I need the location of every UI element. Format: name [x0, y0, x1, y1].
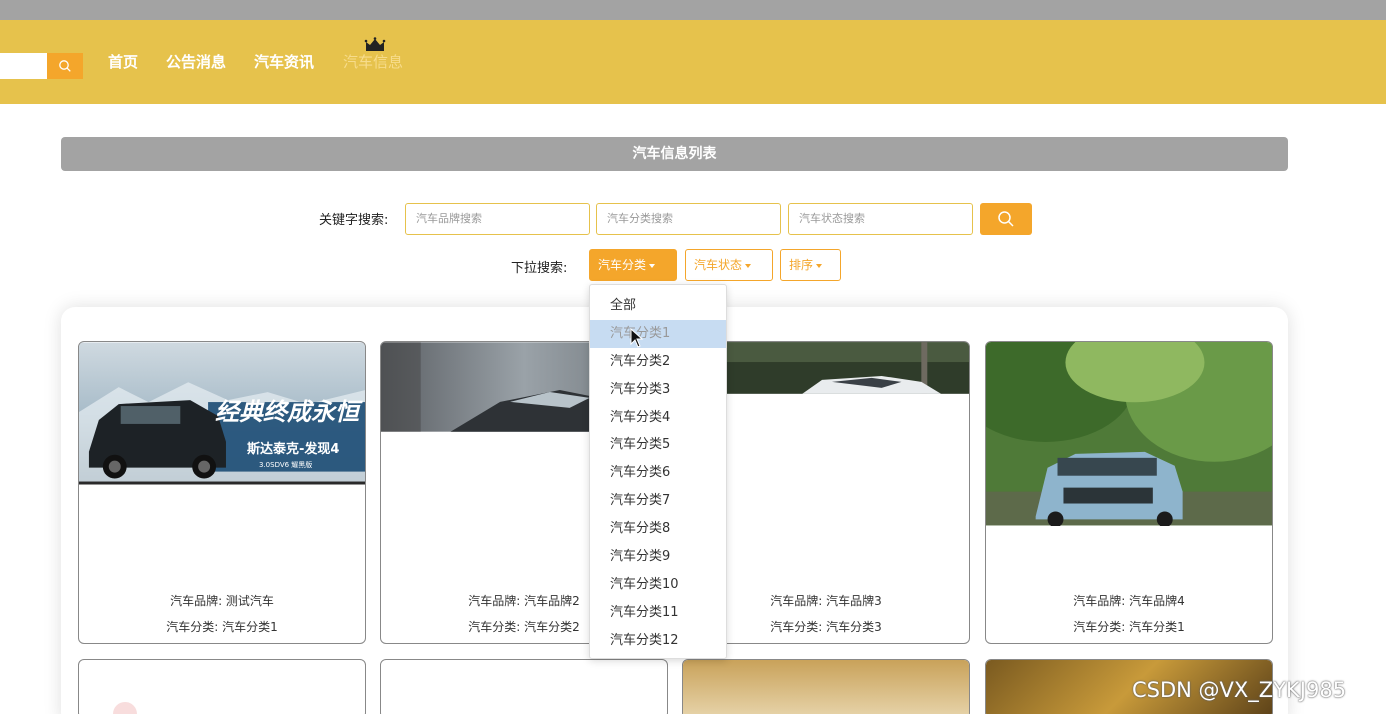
dropdown-option[interactable]: 汽车分类5 — [590, 431, 726, 459]
car-category: 汽车分类: 汽车分类1 — [166, 620, 278, 634]
car-card[interactable] — [380, 659, 668, 714]
dropdown-search-label: 下拉搜索: — [511, 261, 568, 276]
sort-dropdown-label: 排序 — [789, 258, 814, 272]
car-card[interactable]: 汽车品牌: 汽车品牌4 汽车分类: 汽车分类1 — [985, 341, 1273, 644]
page-title: 汽车信息列表 — [61, 137, 1288, 171]
search-icon — [998, 211, 1014, 227]
dropdown-option[interactable]: 汽车分类3 — [590, 376, 726, 404]
dropdown-option[interactable]: 汽车分类12 — [590, 627, 726, 655]
car-brand: 汽车品牌: 汽车品牌4 — [1073, 594, 1185, 608]
keyword-search-label: 关键字搜索: — [319, 213, 389, 228]
category-dropdown-menu: 全部 汽车分类1 汽车分类2 汽车分类3 汽车分类4 汽车分类5 汽车分类6 汽… — [589, 284, 727, 659]
nav-search-button[interactable] — [47, 53, 83, 79]
banner-title: 经典终成永恒 — [215, 398, 359, 426]
nav-car-news[interactable]: 汽车资讯 — [254, 50, 314, 74]
car-card[interactable] — [682, 659, 970, 714]
mouse-cursor-icon — [630, 328, 644, 348]
dropdown-option[interactable]: 汽车分类1 — [590, 319, 726, 348]
crown-icon — [364, 37, 386, 51]
category-dropdown-label: 汽车分类 — [598, 258, 647, 272]
car-image — [986, 342, 1272, 526]
nav-car-info[interactable]: 汽车信息 — [343, 50, 403, 74]
car-image — [113, 702, 137, 714]
dropdown-option[interactable]: 汽车分类9 — [590, 543, 726, 571]
dropdown-option[interactable]: 汽车分类6 — [590, 459, 726, 487]
nav-home[interactable]: 首页 — [108, 50, 138, 74]
sort-dropdown-button[interactable]: 排序 — [780, 249, 841, 281]
watermark: CSDN @VX_ZYKJ985 — [1132, 678, 1347, 702]
chevron-down-icon — [745, 263, 752, 268]
search-icon — [59, 60, 71, 72]
dropdown-option[interactable]: 汽车分类7 — [590, 487, 726, 515]
nav-announcements[interactable]: 公告消息 — [166, 50, 226, 74]
banner-small-text: 3.0SDV6 耀黑版 — [259, 461, 313, 469]
car-image — [683, 660, 969, 714]
nav-search-input[interactable] — [0, 53, 47, 79]
category-search-input[interactable]: 汽车分类搜索 — [596, 203, 781, 235]
banner-subtitle: 斯达泰克-发现4 — [247, 442, 340, 457]
status-dropdown-button[interactable]: 汽车状态 — [685, 249, 773, 281]
category-dropdown-button[interactable]: 汽车分类 — [589, 249, 677, 281]
brand-search-input[interactable]: 汽车品牌搜索 — [405, 203, 590, 235]
nav-bar: 首页 公告消息 汽车资讯 汽车信息 — [0, 20, 1386, 104]
dropdown-option[interactable]: 全部 — [590, 292, 726, 320]
chevron-down-icon — [649, 263, 656, 268]
chevron-down-icon — [816, 263, 823, 268]
dropdown-option[interactable]: 汽车分类2 — [590, 348, 726, 376]
search-button[interactable] — [980, 203, 1032, 235]
car-category: 汽车分类: 汽车分类1 — [1073, 620, 1185, 634]
dropdown-option[interactable]: 汽车分类11 — [590, 599, 726, 627]
status-search-input[interactable]: 汽车状态搜索 — [788, 203, 973, 235]
car-card[interactable] — [78, 659, 366, 714]
dropdown-option[interactable]: 汽车分类4 — [590, 404, 726, 432]
window-top-strip — [0, 0, 1386, 20]
dropdown-option[interactable]: 汽车分类8 — [590, 515, 726, 543]
status-dropdown-label: 汽车状态 — [694, 258, 743, 272]
car-brand: 汽车品牌: 测试汽车 — [170, 594, 274, 608]
car-card[interactable]: 经典终成永恒 斯达泰克-发现4 3.0SDV6 耀黑版 汽车品牌: 测试汽车 汽… — [78, 341, 366, 644]
dropdown-option[interactable]: 汽车分类10 — [590, 571, 726, 599]
